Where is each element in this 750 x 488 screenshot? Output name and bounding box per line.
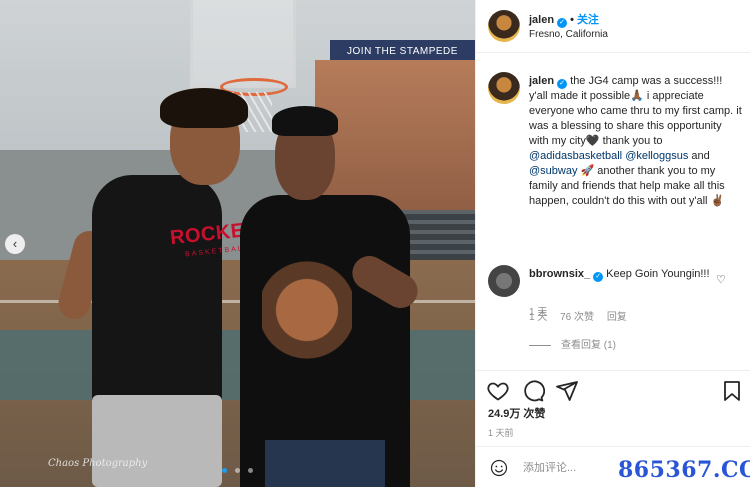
action-bar (476, 370, 750, 407)
player-right-hair (272, 106, 338, 136)
caption-body: and (688, 150, 710, 162)
site-watermark: 865367.COM (618, 457, 750, 483)
carousel-prev-button[interactable]: ‹ (5, 234, 25, 254)
post-photo[interactable]: JOIN THE STAMPEDE ROCKETS BASKETBALL Cha… (0, 0, 475, 487)
comment-icon[interactable] (521, 379, 545, 403)
carousel-dot (248, 468, 254, 473)
comment-meta: 1 天 76 次赞 回复 (529, 308, 637, 323)
post-header: jalen ✓ • 关注 Fresno, California (476, 0, 750, 53)
comment-likes[interactable]: 76 次赞 (560, 312, 594, 323)
likes-label: 次赞 (523, 408, 546, 420)
caption-username[interactable]: jalen (529, 75, 554, 87)
bookmark-icon[interactable] (720, 379, 744, 403)
comment-text: bbrownsix_ ✓ Keep Goin Youngin!!! (529, 267, 719, 282)
replies-line (529, 344, 551, 346)
player-left-hair (160, 88, 248, 128)
likes-count[interactable]: 24.9万 次赞 (488, 405, 545, 421)
shirt-print (262, 260, 352, 385)
comment-time: 1 天 (529, 312, 548, 323)
add-comment-bar: 865367.COM (476, 446, 750, 488)
instagram-post-view: JOIN THE STAMPEDE ROCKETS BASKETBALL Cha… (0, 0, 750, 487)
verified-icon: ✓ (593, 272, 604, 282)
location-link[interactable]: Fresno, California (529, 29, 608, 40)
follow-button[interactable]: 关注 (577, 14, 599, 26)
post-timestamp: 1 天前 (488, 428, 514, 438)
post-details-panel: jalen ✓ • 关注 Fresno, California jalen ✓ the … (475, 0, 750, 487)
view-replies-label: 查看回复 (1) (561, 340, 616, 351)
carousel-dot (221, 468, 227, 473)
player-left-shirt (92, 175, 222, 410)
commenter-avatar[interactable] (488, 265, 520, 297)
comment-body: Keep Goin Youngin!!! (603, 268, 710, 280)
heart-icon[interactable] (486, 379, 510, 403)
caption-text: jalen ✓ the JG4 camp was a success!!! y'a… (529, 74, 744, 209)
backboard (190, 0, 296, 88)
mention-link[interactable]: @adidasbasketball (529, 150, 622, 162)
mention-link[interactable]: @kelloggsus (625, 150, 688, 162)
caption-avatar[interactable] (488, 72, 520, 104)
dot-separator: • (570, 14, 574, 26)
emoji-icon[interactable] (490, 459, 508, 477)
header-user-row: jalen ✓ • 关注 (529, 11, 599, 28)
view-replies-button[interactable]: 查看回复 (1) (529, 336, 616, 351)
avatar[interactable] (488, 10, 520, 42)
carousel-dots (0, 460, 475, 478)
share-icon[interactable] (555, 379, 579, 403)
comment-like-icon[interactable]: ♡ (716, 273, 726, 286)
verified-icon: ✓ (557, 79, 568, 89)
mention-link[interactable]: @subway (529, 165, 577, 177)
header-username[interactable]: jalen (529, 14, 554, 26)
commenter-username[interactable]: bbrownsix_ (529, 268, 590, 280)
reply-button[interactable]: 回复 (607, 312, 627, 323)
likes-number: 24.9万 (488, 408, 521, 420)
verified-icon: ✓ (557, 18, 568, 28)
carousel-dot (235, 468, 240, 473)
